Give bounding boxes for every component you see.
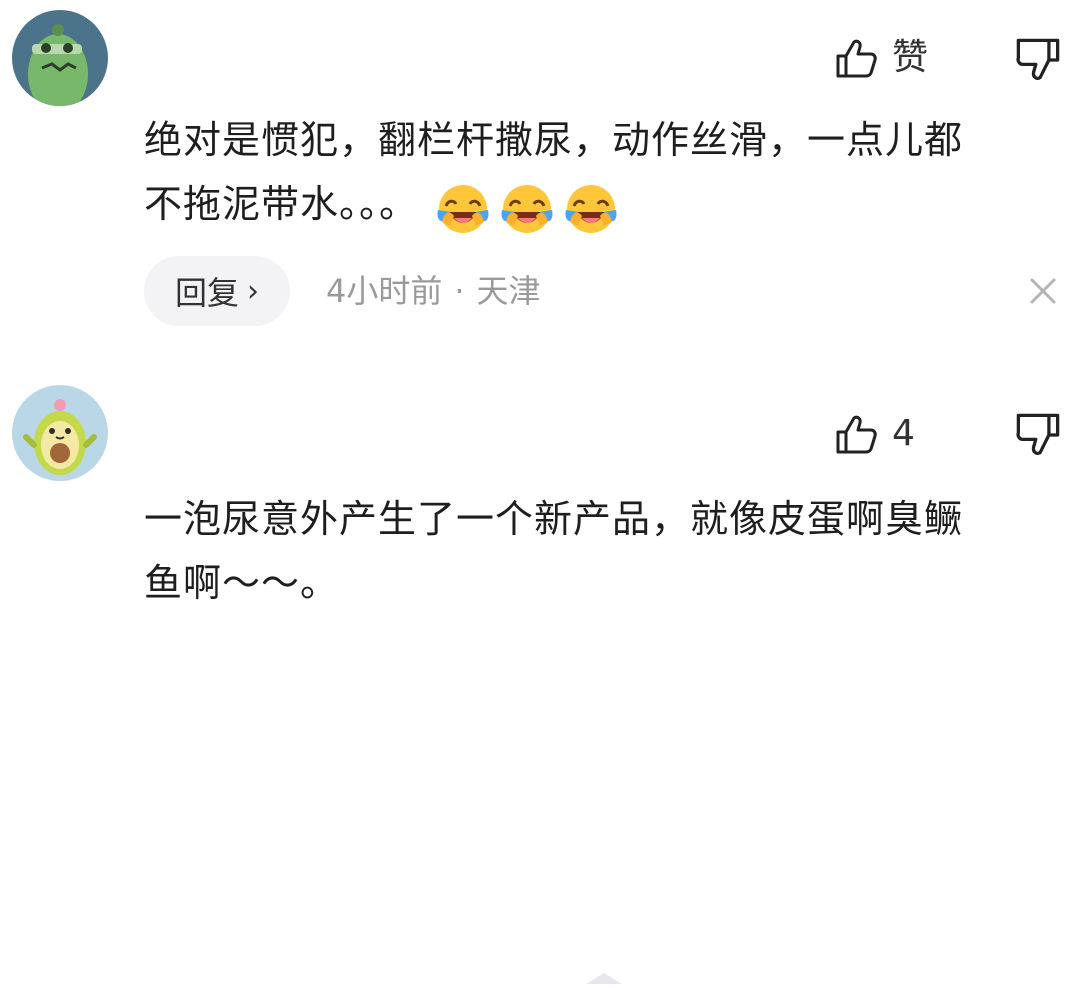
username-blur: [144, 34, 554, 70]
like-button[interactable]: 4: [834, 410, 915, 458]
dislike-button[interactable]: [1014, 36, 1062, 84]
separator: ·: [454, 272, 465, 310]
reply-label: 回复: [174, 274, 239, 312]
chevron-right-icon: ›: [247, 273, 259, 309]
comment-line: 鱼啊～～。: [144, 561, 340, 605]
comment-line: 一泡尿意外产生了一个新产品，就像皮蛋啊臭鳜: [144, 497, 964, 541]
laughing-crying-face-icon: [437, 185, 489, 233]
expand-handle[interactable]: [586, 969, 622, 984]
laughing-crying-face-icon: [501, 185, 553, 233]
comment-line-with-emoji: 不拖泥带水。。。: [144, 172, 1044, 239]
comment-item: 4 一泡尿意外产生了一个新产品，就像皮蛋啊臭鳜 鱼啊～～。: [0, 375, 1080, 984]
location: 天津: [476, 272, 541, 310]
username-blur: [144, 414, 354, 450]
avatar[interactable]: [12, 10, 108, 106]
thumbs-up-icon: [836, 415, 877, 454]
avatar[interactable]: [12, 385, 108, 481]
comment-line: 不拖泥带水。。。: [144, 182, 419, 226]
timestamp: 4小时前: [326, 272, 443, 310]
emoji-row: [436, 175, 628, 239]
comment-text: 一泡尿意外产生了一个新产品，就像皮蛋啊臭鳜 鱼啊～～。: [144, 487, 1044, 615]
close-icon[interactable]: [1028, 276, 1058, 306]
thumbs-down-icon: [1016, 413, 1060, 455]
dislike-button[interactable]: [1014, 411, 1062, 459]
comment-line: 绝对是惯犯，翻栏杆撒尿，动作丝滑，一点儿都: [144, 118, 964, 162]
thumbs-up-icon: [836, 39, 877, 78]
comment-text: 绝对是惯犯，翻栏杆撒尿，动作丝滑，一点儿都 不拖泥带水。。。: [144, 108, 1044, 239]
reply-button[interactable]: 回复 ›: [144, 256, 290, 326]
comment-item: 赞 绝对是惯犯，翻栏杆撒尿，动作丝滑，一点儿都 不拖泥带水。。。 回复 › 4小…: [0, 0, 1080, 360]
comment-meta: 4小时前 · 天津: [326, 266, 541, 316]
thumbs-down-icon: [1016, 38, 1060, 80]
laughing-crying-face-icon: [565, 185, 617, 233]
like-count: 4: [892, 413, 915, 454]
like-button[interactable]: 赞: [834, 34, 928, 82]
like-label: 赞: [892, 37, 929, 78]
